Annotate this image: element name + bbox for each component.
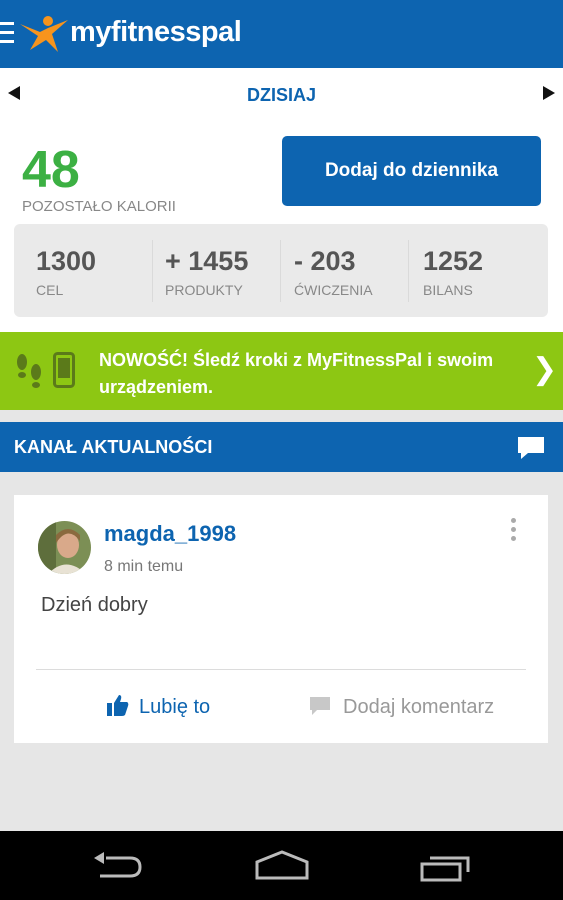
stat-goal: 1300 CEL [14, 224, 152, 317]
footsteps-icon [17, 354, 41, 388]
promo-chevron-icon[interactable]: ❯ [532, 352, 557, 387]
like-button[interactable]: Lubię to [139, 696, 210, 719]
device-icon [53, 352, 75, 388]
comment-icon[interactable] [309, 696, 331, 716]
stat-exercise: - 203 ĆWICZENIA [272, 224, 410, 317]
post-username[interactable]: magda_1998 [104, 521, 236, 547]
avatar[interactable] [38, 521, 91, 574]
calorie-stats: 1300 CEL + 1455 PRODUKTY - 203 ĆWICZENIA… [14, 224, 548, 317]
logo-figure-icon [20, 16, 68, 52]
stat-food: + 1455 PRODUKTY [143, 224, 281, 317]
promo-text: NOWOŚĆ! Śledź kroki z MyFitnessPal i swo… [99, 350, 494, 397]
back-icon[interactable] [90, 850, 144, 882]
menu-icon[interactable] [0, 22, 14, 46]
stat-label: PRODUKTY [165, 282, 243, 298]
stat-value: + 1455 [165, 246, 249, 276]
more-vertical-icon[interactable] [508, 518, 518, 544]
home-icon[interactable] [254, 850, 310, 882]
news-feed-title: KANAŁ AKTUALNOŚCI [14, 437, 213, 457]
stat-label: BILANS [423, 282, 473, 298]
stat-value: - 203 [294, 246, 356, 276]
app-logo-text: myfitnesspal [70, 16, 242, 48]
stat-value: 1252 [423, 246, 484, 276]
thumbs-up-icon[interactable] [106, 693, 130, 717]
date-label: DZISIAJ [246, 85, 316, 105]
stat-net: 1252 BILANS [401, 224, 539, 317]
post-text: Dzień dobry [41, 594, 148, 616]
post-timestamp: 8 min temu [104, 558, 184, 575]
chat-icon[interactable] [516, 435, 546, 461]
stat-label: CEL [36, 282, 64, 298]
add-to-diary-button[interactable]: Dodaj do dziennika [282, 136, 541, 206]
stat-value: 1300 [36, 246, 97, 276]
calories-remaining-label: POZOSTAŁO KALORII [22, 198, 176, 215]
chevron-right-icon[interactable] [543, 86, 555, 100]
calories-remaining-value: 48 [22, 141, 80, 199]
stat-label: ĆWICZENIA [294, 282, 373, 298]
post-divider [36, 669, 526, 670]
recent-apps-icon[interactable] [420, 852, 474, 882]
add-comment-button[interactable]: Dodaj komentarz [343, 696, 494, 719]
